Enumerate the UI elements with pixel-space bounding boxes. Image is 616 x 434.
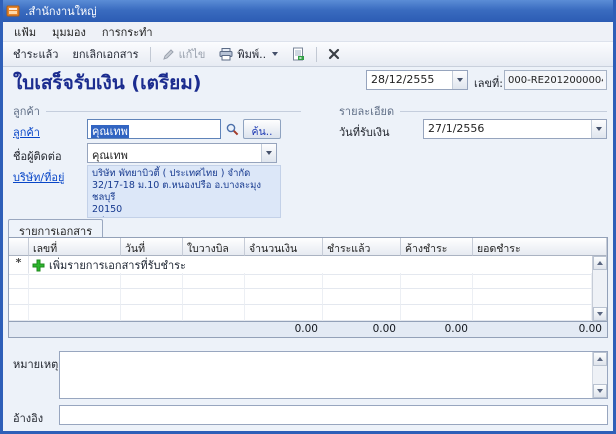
total-amount: 0.00 xyxy=(245,322,323,337)
grid-header-payment[interactable]: ยอดชำระ xyxy=(473,238,607,256)
customer-link-label[interactable]: ลูกค้า xyxy=(13,123,40,141)
grid-totals-row: 0.00 0.00 0.00 0.00 xyxy=(9,321,607,337)
document-date-picker[interactable]: 28/12/2555 xyxy=(366,70,468,90)
grid-header-indicator xyxy=(9,238,29,256)
titlebar[interactable]: .สำนักงานใหญ่ xyxy=(3,0,613,22)
print-icon xyxy=(219,48,233,61)
customer-value-selected: คุณเทพ xyxy=(91,125,129,138)
tab-document-list[interactable]: รายการเอกสาร xyxy=(8,219,103,238)
customer-input[interactable]: คุณเทพ xyxy=(87,119,221,139)
customer-group-header: ลูกค้า xyxy=(13,102,301,120)
divider xyxy=(400,111,607,112)
paid-button[interactable]: ชำระแล้ว xyxy=(6,42,65,66)
document-number-field[interactable] xyxy=(504,70,607,90)
window-title: .สำนักงานใหญ่ xyxy=(25,2,97,20)
scroll-up-icon[interactable] xyxy=(593,352,607,366)
edit-button[interactable]: แก้ไข xyxy=(155,42,213,66)
lookup-icon[interactable] xyxy=(225,122,239,136)
contact-value: คุณเทพ xyxy=(88,144,261,162)
grid-scrollbar[interactable] xyxy=(592,256,607,321)
menubar: แฟ้ม มุมมอง การกระทำ xyxy=(3,22,613,42)
note-input[interactable] xyxy=(59,351,608,399)
export-button[interactable] xyxy=(285,44,312,64)
address-line: 32/17-18 ม.10 ต.หนองปรือ อ.บางละมุง ชลบุ… xyxy=(92,180,276,204)
receive-date-label: วันที่รับเงิน xyxy=(339,123,390,141)
cancel-document-button[interactable]: ยกเลิกเอกสาร xyxy=(65,42,145,66)
scroll-up-icon[interactable] xyxy=(593,256,607,270)
contact-label: ชื่อผู้ติดต่อ xyxy=(13,147,62,165)
total-paid: 0.00 xyxy=(323,322,401,337)
grid-header-number[interactable]: เลขที่ xyxy=(29,238,121,256)
toolbar-separator xyxy=(150,47,151,62)
grid-header-paid[interactable]: ชำระแล้ว xyxy=(323,238,401,256)
page-title: ใบเสร็จรับเงิน (เตรียม) xyxy=(13,68,201,98)
total-outstanding: 0.00 xyxy=(401,322,473,337)
grid-header-row: เลขที่ วันที่ ใบวางบิล จำนวนเงิน ชำระแล้… xyxy=(9,238,607,256)
toolbar: ชำระแล้ว ยกเลิกเอกสาร แก้ไข พิมพ์.. xyxy=(3,42,613,67)
scrollbar-track[interactable] xyxy=(593,366,607,384)
scroll-down-icon[interactable] xyxy=(593,307,607,321)
grid-empty-row xyxy=(9,273,592,289)
print-button[interactable]: พิมพ์.. xyxy=(212,42,285,66)
menu-file[interactable]: แฟ้ม xyxy=(6,21,44,43)
address-line: 20150 xyxy=(92,204,276,216)
app-icon xyxy=(6,4,20,18)
scroll-down-icon[interactable] xyxy=(593,384,607,398)
details-group-header: รายละเอียด xyxy=(339,102,607,120)
divider xyxy=(46,111,301,112)
grid-empty-row xyxy=(9,289,592,305)
address-line: บริษัท พัทยาบิวตี้ ( ประเทศไทย ) จำกัด xyxy=(92,168,276,180)
document-grid: เลขที่ วันที่ ใบวางบิล จำนวนเงิน ชำระแล้… xyxy=(8,237,608,338)
receive-date-value: 27/1/2556 xyxy=(424,120,591,138)
company-address-link-label[interactable]: บริษัท/ที่อยู่ xyxy=(13,168,64,186)
grid-header-outstanding[interactable]: ค้างชำระ xyxy=(401,238,473,256)
grid-header-date[interactable]: วันที่ xyxy=(121,238,183,256)
grid-empty-row xyxy=(9,305,592,321)
note-label: หมายเหตุ xyxy=(13,355,58,373)
menu-action[interactable]: การกระทำ xyxy=(94,21,161,43)
grid-header-amount[interactable]: จำนวนเงิน xyxy=(245,238,323,256)
add-icon[interactable] xyxy=(32,259,45,272)
app-window: .สำนักงานใหญ่ แฟ้ม มุมมอง การกระทำ ชำระแ… xyxy=(0,0,616,434)
chevron-down-icon xyxy=(272,52,278,56)
document-number-label: เลขที่: xyxy=(474,74,503,92)
receive-date-picker[interactable]: 27/1/2556 xyxy=(423,119,607,139)
delete-button[interactable] xyxy=(321,45,347,63)
reference-input[interactable] xyxy=(59,405,608,425)
document-date-value: 28/12/2555 xyxy=(367,71,452,89)
grid-add-row[interactable]: * เพิ่มรายการเอกสารที่รับชำระ xyxy=(9,256,592,273)
export-icon xyxy=(292,47,305,61)
total-payment: 0.00 xyxy=(473,322,607,337)
scrollbar-track[interactable] xyxy=(593,270,607,307)
company-address-panel: บริษัท พัทยาบิวตี้ ( ประเทศไทย ) จำกัด 3… xyxy=(87,165,281,218)
add-row-label[interactable]: เพิ่มรายการเอกสารที่รับชำระ xyxy=(49,256,186,274)
delete-icon xyxy=(328,48,340,60)
contact-select[interactable]: คุณเทพ xyxy=(87,143,277,163)
address-line: Tel: 081-1747300 xyxy=(92,216,276,218)
form-area: ใบเสร็จรับเงิน (เตรียม) 28/12/2555 เลขที… xyxy=(3,67,613,431)
search-button[interactable]: ค้น.. xyxy=(243,119,281,139)
grid-header-billing-note[interactable]: ใบวางบิล xyxy=(183,238,245,256)
toolbar-separator xyxy=(316,47,317,62)
chevron-down-icon[interactable] xyxy=(261,144,276,162)
reference-label: อ้างอิง xyxy=(13,409,43,427)
chevron-down-icon[interactable] xyxy=(452,71,467,89)
menu-view[interactable]: มุมมอง xyxy=(44,21,94,43)
note-scrollbar[interactable] xyxy=(592,352,607,398)
edit-icon xyxy=(162,48,175,61)
chevron-down-icon[interactable] xyxy=(591,120,606,138)
